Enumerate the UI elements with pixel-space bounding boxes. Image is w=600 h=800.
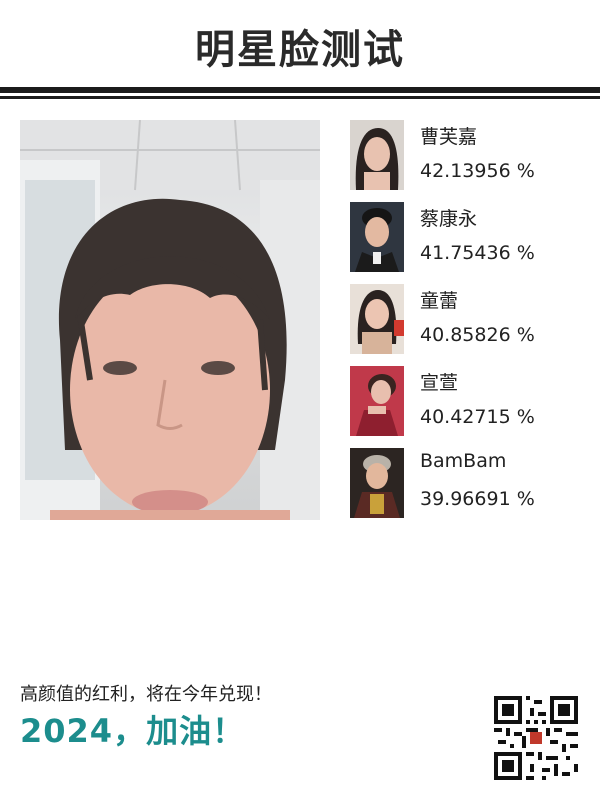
list-item: 蔡康永 41.75436 %	[350, 202, 590, 274]
similarity-score: 40.85826 %	[420, 324, 535, 346]
similarity-score: 40.42715 %	[420, 406, 535, 428]
celebrity-photo	[350, 120, 404, 190]
celebrity-name: 蔡康永	[420, 208, 478, 230]
celebrity-name: 宣萱	[420, 372, 459, 394]
list-item: 曹芙嘉 42.13956 %	[350, 120, 590, 192]
similarity-score: 39.96691 %	[420, 488, 535, 510]
slogan-text: 高颜值的红利，将在今年兑现！	[20, 684, 272, 705]
cheer-text: 2024，加油！	[20, 712, 246, 750]
celebrity-photo	[350, 366, 404, 436]
list-item: 宣萱 40.42715 %	[350, 366, 590, 438]
celebrity-name: 童蕾	[420, 290, 459, 312]
user-photo	[20, 120, 320, 520]
list-item: 童蕾 40.85826 %	[350, 284, 590, 356]
page-title: 明星脸测试	[195, 27, 405, 73]
list-item: BamBam 39.96691 %	[350, 448, 590, 520]
celebrity-photo	[350, 202, 404, 272]
header-divider-thick	[0, 87, 600, 93]
celebrity-name: BamBam	[420, 450, 507, 472]
header-divider-thin	[0, 96, 600, 99]
similarity-score: 41.75436 %	[420, 242, 535, 264]
celebrity-photo	[350, 448, 404, 518]
similarity-score: 42.13956 %	[420, 160, 535, 182]
qr-code-icon[interactable]	[494, 696, 578, 780]
celebrity-photo	[350, 284, 404, 354]
celebrity-name: 曹芙嘉	[420, 126, 478, 148]
